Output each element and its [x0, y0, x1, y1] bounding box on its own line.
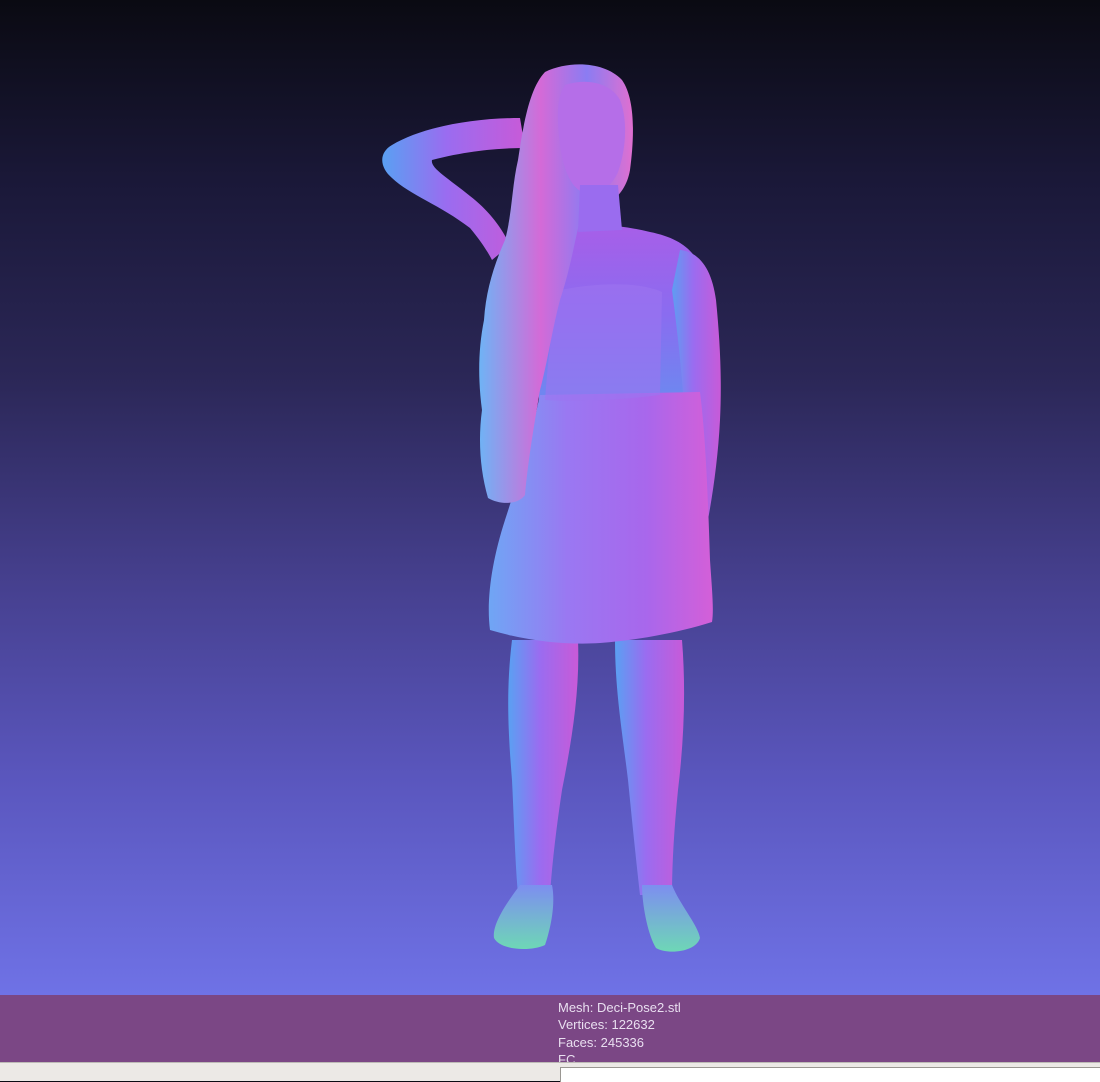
fc-label: FC — [558, 1052, 576, 1062]
info-panel: Mesh: Deci-Pose2.stl Vertices: 122632 Fa… — [0, 995, 1100, 1062]
mesh-model[interactable] — [0, 0, 1100, 995]
bodice — [545, 284, 662, 401]
right-leg — [615, 640, 685, 895]
mesh-name-label: Mesh: Deci-Pose2.stl — [558, 1000, 681, 1015]
left-leg — [508, 640, 579, 895]
faces-count-label: Faces: 245336 — [558, 1035, 645, 1050]
right-foot — [642, 885, 700, 952]
3d-viewport[interactable] — [0, 0, 1100, 995]
left-foot — [493, 885, 554, 950]
neck — [578, 185, 622, 232]
vertices-count-label: Vertices: 122632 — [558, 1017, 655, 1032]
raised-arm — [382, 118, 525, 260]
status-bar — [0, 1062, 1100, 1082]
